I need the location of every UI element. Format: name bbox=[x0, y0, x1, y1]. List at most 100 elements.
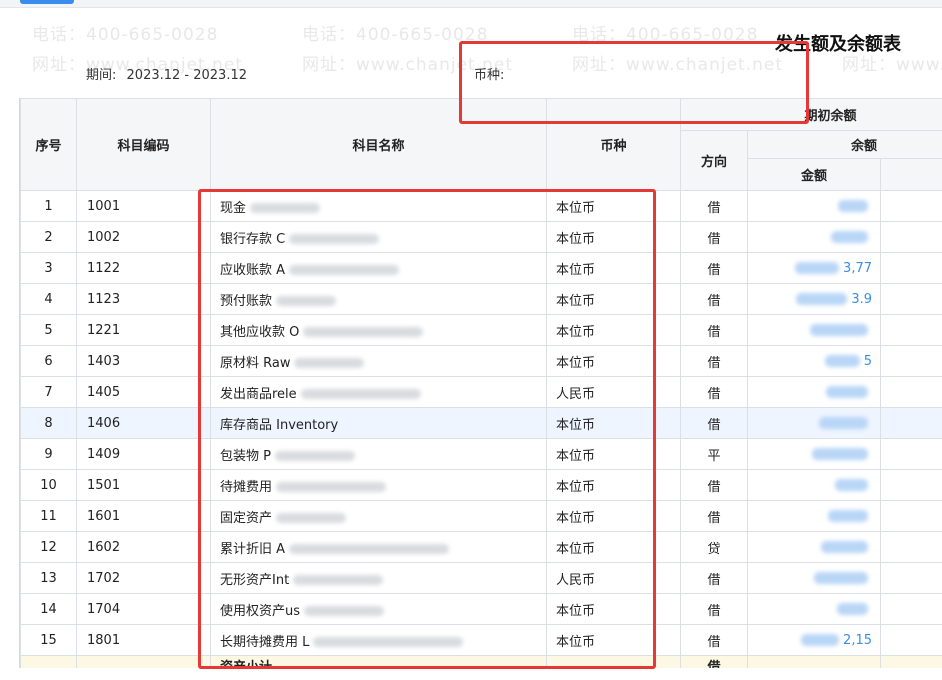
cell-code: 1409 bbox=[76, 438, 211, 470]
cell-code-text: 1221 bbox=[87, 322, 121, 338]
cell-name-text: 待摊费用 bbox=[220, 479, 273, 495]
balance-table-container[interactable]: 序号 科目编码 科目名称 币种 期初余额 方向 余额 金额 本 11001现金本… bbox=[19, 98, 942, 668]
cell-amount bbox=[747, 438, 881, 470]
cell-balance bbox=[880, 376, 942, 408]
watermark-phone: 电话：400-665-0028 bbox=[32, 25, 219, 45]
cell-code: 1403 bbox=[76, 345, 211, 377]
redacted-amount bbox=[835, 479, 868, 491]
cell-currency: 本位币 bbox=[546, 593, 681, 625]
cell-name-text: 无形资产Int bbox=[220, 572, 290, 588]
cell-amount-text: 5 bbox=[863, 353, 872, 369]
cell-name: 应收账款 A bbox=[210, 252, 547, 284]
cell-balance: 10 bbox=[880, 469, 942, 501]
cell-seq: 11 bbox=[20, 500, 77, 532]
redacted-name bbox=[294, 358, 365, 368]
report-title: 发生额及余额表 bbox=[775, 34, 901, 55]
cell-direction-text: 平 bbox=[707, 448, 721, 464]
cell-seq: 10 bbox=[20, 469, 77, 501]
table-row[interactable]: 11 1601 固定资产 本位币 借 21,86 bbox=[20, 500, 942, 532]
cell-currency: 人民币 bbox=[546, 376, 681, 408]
redacted-name bbox=[293, 575, 384, 585]
col-header-currency: 币种 bbox=[546, 98, 681, 191]
table-row[interactable]: 3 1122 应收账款 A 本位币 借 3,77 3,77 bbox=[20, 252, 942, 284]
cell-amount bbox=[747, 190, 881, 222]
redacted-amount bbox=[824, 355, 860, 367]
cell-currency-text: 本位币 bbox=[556, 293, 596, 309]
cell-currency-text: 本位币 bbox=[556, 324, 596, 340]
cell-amount: 2,15 bbox=[747, 624, 881, 656]
redacted-amount bbox=[821, 541, 868, 553]
cell-amount-text: 3.9 bbox=[851, 291, 872, 307]
cell-name-text: 应收账款 A bbox=[220, 262, 286, 278]
cell-name: 包装物 P bbox=[210, 438, 547, 470]
cell-direction-text: 借 bbox=[707, 634, 721, 650]
cell-seq: 9 bbox=[20, 438, 77, 470]
table-row[interactable]: 8 1406 库存商品 Inventory 本位币 借 13,62 bbox=[20, 407, 942, 439]
cell-balance bbox=[880, 438, 942, 470]
cell-currency: 本位币 bbox=[546, 407, 681, 439]
cell-direction: 借 bbox=[680, 562, 748, 594]
cell-currency-text: 本位币 bbox=[556, 603, 596, 619]
cell-balance bbox=[880, 562, 942, 594]
currency-filter[interactable]: 币种: bbox=[474, 64, 504, 83]
col-header-code: 科目编码 bbox=[76, 98, 211, 191]
cell-seq: 7 bbox=[20, 376, 77, 408]
cell-amount bbox=[747, 314, 881, 346]
cell-code: 1501 bbox=[76, 469, 211, 501]
col-header-amount: 金额 bbox=[747, 158, 881, 191]
cell-amount bbox=[747, 376, 881, 408]
cell-seq-text: 14 bbox=[40, 601, 57, 617]
table-row[interactable]: 15 1801 长期待摊费用 L 本位币 借 2,15 2,15 bbox=[20, 624, 942, 656]
cell-amount bbox=[747, 407, 881, 439]
cell-balance: 3,77 bbox=[880, 252, 942, 284]
cell-balance: 3,14 bbox=[880, 531, 942, 563]
cell-name-text: 预付账款 bbox=[220, 293, 273, 309]
table-row[interactable]: 7 1405 发出商品rele 人民币 借 bbox=[20, 376, 942, 408]
cell-amount: 3,77 bbox=[747, 252, 881, 284]
cell-seq: 2 bbox=[20, 221, 77, 253]
redacted-name bbox=[313, 637, 464, 647]
table-row[interactable]: 2 1002 银行存款 C 本位币 借 7,48 bbox=[20, 221, 942, 253]
cell-direction: 借 bbox=[680, 500, 748, 532]
cell-amount-text: 3,77 bbox=[843, 260, 872, 276]
cell-name: 原材料 Raw bbox=[210, 345, 547, 377]
cell-code-text: 1702 bbox=[87, 570, 121, 586]
cell-currency-text: 本位币 bbox=[556, 510, 596, 526]
period-filter: 期间: 2023.12 - 2023.12 bbox=[86, 64, 247, 83]
cell-direction: 借 bbox=[680, 345, 748, 377]
toolbar-button[interactable] bbox=[20, 0, 74, 4]
table-row[interactable]: 9 1409 包装物 P 本位币 平 bbox=[20, 438, 942, 470]
total-cell-amt bbox=[747, 655, 881, 668]
cell-currency: 本位币 bbox=[546, 500, 681, 532]
table-row[interactable]: 14 1704 使用权资产us 本位币 借 5,63 bbox=[20, 593, 942, 625]
table-row[interactable]: 10 1501 待摊费用 本位币 借 10 bbox=[20, 469, 942, 501]
redacted-amount bbox=[838, 200, 868, 212]
cell-code-text: 1601 bbox=[87, 508, 121, 524]
cell-currency-text: 人民币 bbox=[556, 386, 596, 402]
cell-name-text: 库存商品 Inventory bbox=[220, 417, 339, 433]
cell-name-text: 包装物 P bbox=[220, 448, 271, 464]
table-row[interactable]: 12 1602 累计折旧 A 本位币 贷 3,14 bbox=[20, 531, 942, 563]
cell-currency-text: 人民币 bbox=[556, 572, 596, 588]
redacted-name bbox=[289, 234, 380, 244]
cell-balance bbox=[880, 190, 942, 222]
total-cell-bal bbox=[880, 655, 942, 668]
table-row[interactable]: 1 1001 现金 本位币 借 bbox=[20, 190, 942, 222]
cell-balance: 34 bbox=[880, 314, 942, 346]
redacted-name bbox=[276, 482, 387, 492]
cell-direction: 借 bbox=[680, 190, 748, 222]
cell-name: 现金 bbox=[210, 190, 547, 222]
table-row[interactable]: 5 1221 其他应收款 O 本位币 借 34 bbox=[20, 314, 942, 346]
redacted-name bbox=[289, 265, 400, 275]
cell-name-text: 原材料 Raw bbox=[220, 355, 291, 371]
cell-code: 1801 bbox=[76, 624, 211, 656]
cell-currency-text: 本位币 bbox=[556, 479, 596, 495]
table-row[interactable]: 4 1123 预付账款 本位币 借 3.9 15 bbox=[20, 283, 942, 315]
redacted-amount bbox=[796, 293, 848, 305]
cell-balance: 2,15 bbox=[880, 624, 942, 656]
table-row[interactable]: 6 1403 原材料 Raw 本位币 借 5 52 bbox=[20, 345, 942, 377]
col-header-opening-balance: 期初余额 bbox=[680, 98, 942, 131]
table-row[interactable]: 13 1702 无形资产Int 人民币 借 bbox=[20, 562, 942, 594]
cell-direction: 借 bbox=[680, 376, 748, 408]
cell-currency-text: 本位币 bbox=[556, 634, 596, 650]
